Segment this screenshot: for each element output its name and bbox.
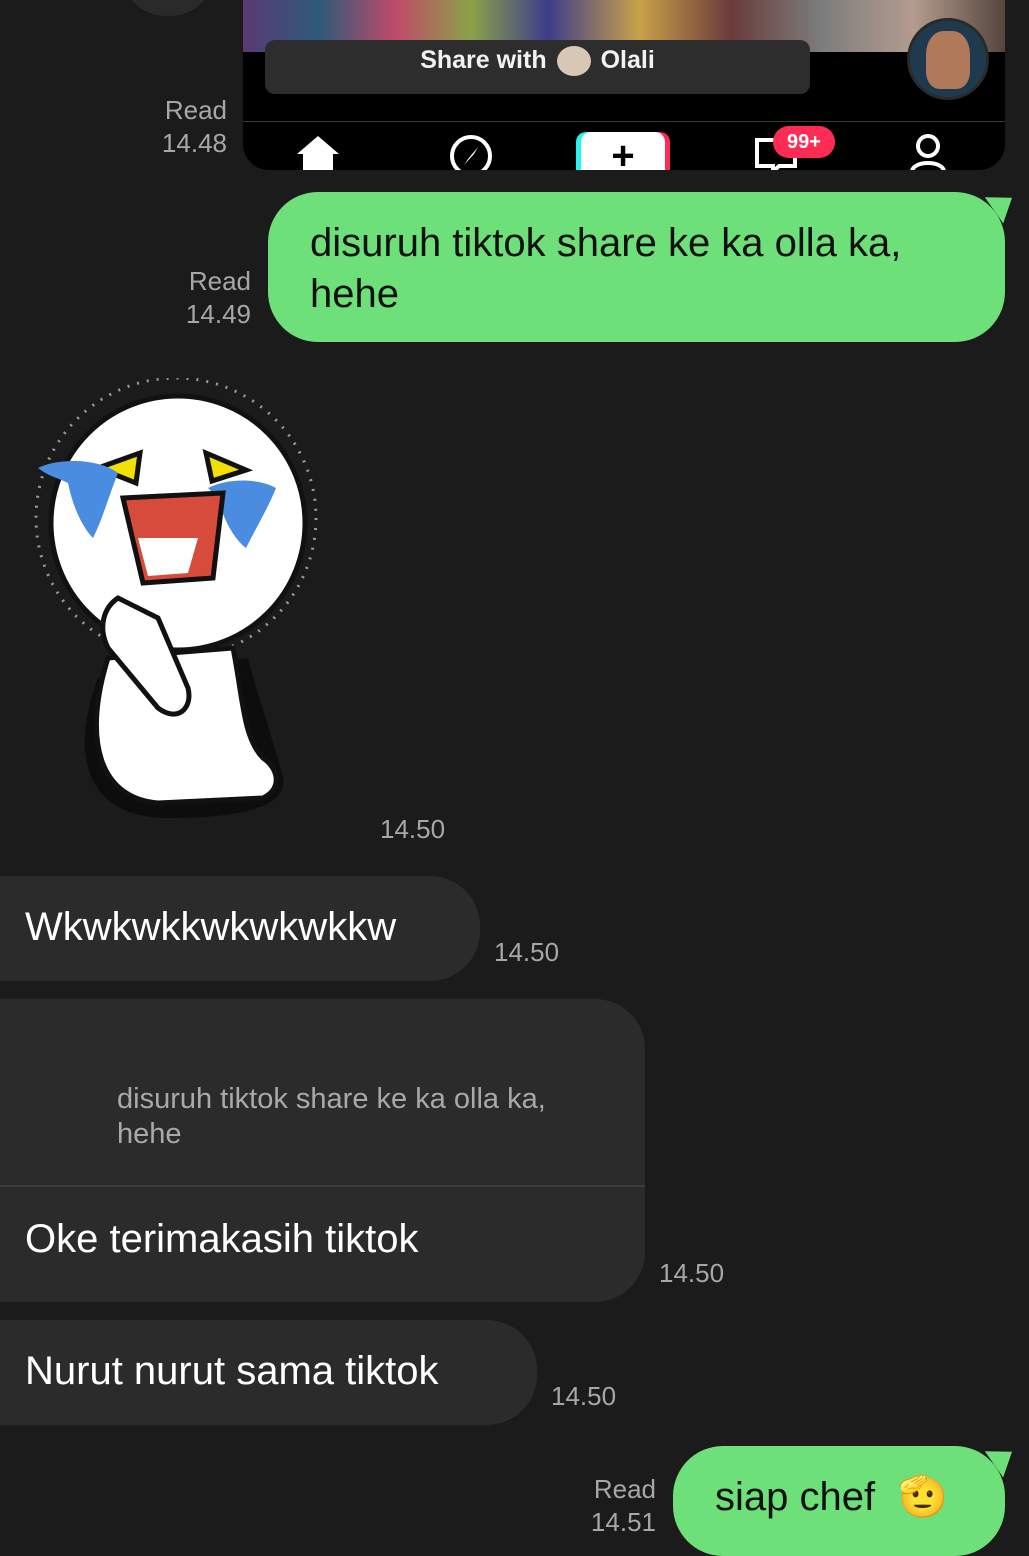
- message-time: 14.49: [185, 299, 251, 329]
- profile-icon: [910, 134, 946, 170]
- outgoing-message-bubble[interactable]: siap chef 🫡: [673, 1446, 1005, 1556]
- incoming-message-bubble[interactable]: Wkwkwkkwkwkwkkw: [0, 876, 480, 981]
- message-time: 14.48: [161, 128, 227, 158]
- message-time: 14.50: [659, 1258, 725, 1288]
- plus-icon: +: [581, 132, 665, 170]
- share-with-button: Share with Olali: [265, 40, 810, 94]
- status-label: Read: [188, 266, 251, 296]
- compass-icon: [450, 135, 492, 170]
- read-receipt: Read 14.51: [540, 1473, 656, 1539]
- notification-badge: 99+: [773, 126, 835, 158]
- quote-divider: [0, 1185, 645, 1187]
- message-text: disuruh tiktok share ke ka olla ka, hehe: [310, 221, 902, 316]
- incoming-reply-bubble[interactable]: disuruh tiktok share ke ka olla ka, hehe…: [0, 999, 645, 1302]
- crying-praying-sticker[interactable]: [28, 378, 328, 838]
- message-time: 14.50: [551, 1381, 617, 1411]
- message-text: Oke terimakasih tiktok: [25, 1217, 419, 1261]
- profile-avatar: [907, 18, 989, 100]
- contact-avatar: [556, 46, 591, 76]
- read-receipt: Read 14.48: [120, 94, 227, 160]
- message-text: Wkwkwkkwkwkwkkw: [25, 905, 397, 949]
- outgoing-message-bubble[interactable]: disuruh tiktok share ke ka olla ka, hehe: [268, 192, 1005, 342]
- read-receipt: Read 14.49: [140, 265, 251, 331]
- nav-divider: [243, 121, 1005, 122]
- message-text: Nurut nurut sama tiktok: [25, 1349, 439, 1393]
- share-name: Olali: [600, 46, 655, 74]
- message-time: 14.50: [494, 937, 560, 967]
- shared-screenshot-image[interactable]: Share with Olali + 99+: [243, 0, 1005, 170]
- quoted-text: disuruh tiktok share ke ka olla ka, hehe: [117, 1083, 546, 1150]
- message-time: 14.51: [590, 1507, 656, 1537]
- saluting-face-emoji: 🫡: [898, 1474, 949, 1520]
- message-time: 14.50: [380, 814, 446, 844]
- status-label: Read: [164, 95, 227, 125]
- message-text: siap chef: [715, 1475, 876, 1519]
- home-icon: [297, 136, 339, 170]
- share-prefix: Share with: [420, 46, 547, 74]
- quoted-message[interactable]: disuruh tiktok share ke ka olla ka, hehe: [117, 1082, 617, 1152]
- status-label: Read: [593, 1474, 656, 1504]
- avatar-partial[interactable]: [128, 0, 208, 16]
- incoming-message-bubble[interactable]: Nurut nurut sama tiktok: [0, 1320, 537, 1425]
